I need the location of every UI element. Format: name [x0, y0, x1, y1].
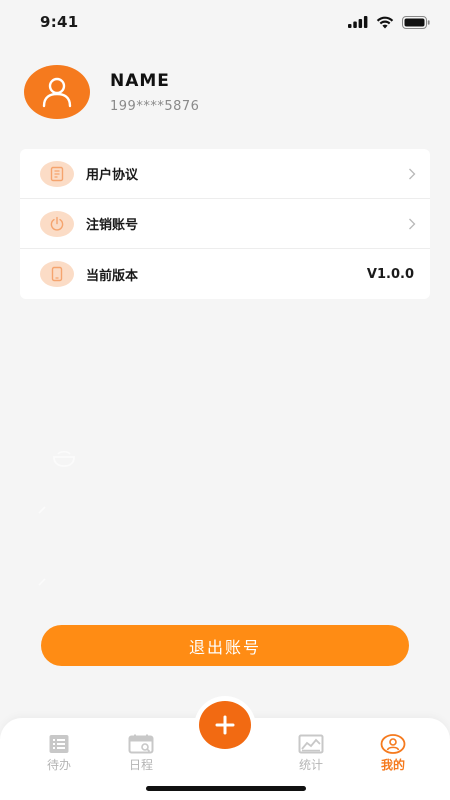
battery-icon	[402, 15, 430, 29]
add-button[interactable]	[199, 701, 251, 749]
calendar-icon	[128, 734, 154, 754]
logout-button[interactable]: 退出账号	[41, 625, 409, 666]
avatar[interactable]	[24, 65, 90, 119]
menu-item-current-version: 当前版本 V1.0.0	[20, 249, 430, 299]
profile-name: NAME	[110, 70, 170, 91]
chevron-right-icon	[409, 218, 416, 229]
tab-todo[interactable]: 待办	[29, 734, 89, 773]
tab-mine[interactable]: 我的	[363, 734, 423, 773]
status-time: 9:41	[40, 13, 79, 31]
menu-item-label: 当前版本	[86, 268, 139, 284]
home-indicator	[146, 786, 306, 791]
version-value: V1.0.0	[366, 266, 414, 282]
menu-item-user-agreement[interactable]: 用户协议	[20, 149, 430, 199]
plus-icon	[215, 715, 235, 735]
wifi-icon	[376, 16, 394, 28]
chevron-right-icon	[409, 168, 416, 179]
profile-info: NAME 199****5876	[110, 71, 199, 114]
faint-bowl-icon	[53, 450, 75, 467]
list-icon	[49, 735, 69, 753]
menu-item-label: 用户协议	[86, 168, 139, 183]
status-icons	[348, 15, 430, 29]
menu-item-label: 注销账号	[86, 218, 139, 233]
tab-label: 日程	[128, 758, 153, 772]
user-icon	[42, 77, 72, 108]
power-icon	[40, 210, 74, 237]
tab-label: 统计	[298, 758, 323, 772]
settings-menu: 用户协议 注销账号 当前版本 V1.0.0	[20, 149, 430, 299]
phone-icon	[40, 261, 74, 287]
profile-phone: 199****5876	[110, 98, 200, 114]
tab-label: 待办	[46, 758, 71, 772]
signal-icon	[348, 16, 368, 28]
faint-stroke-icon	[38, 506, 46, 514]
profile-header: NAME 199****5876	[24, 64, 199, 120]
tab-schedule[interactable]: 日程	[111, 734, 171, 773]
tab-statistics[interactable]: 统计	[281, 734, 341, 773]
menu-item-delete-account[interactable]: 注销账号	[20, 199, 430, 249]
chart-icon	[298, 734, 324, 754]
document-icon	[40, 160, 74, 187]
tab-label: 我的	[380, 758, 405, 772]
status-bar: 9:41	[0, 0, 450, 44]
faint-stroke-icon	[38, 578, 46, 586]
user-circle-icon	[380, 734, 406, 754]
